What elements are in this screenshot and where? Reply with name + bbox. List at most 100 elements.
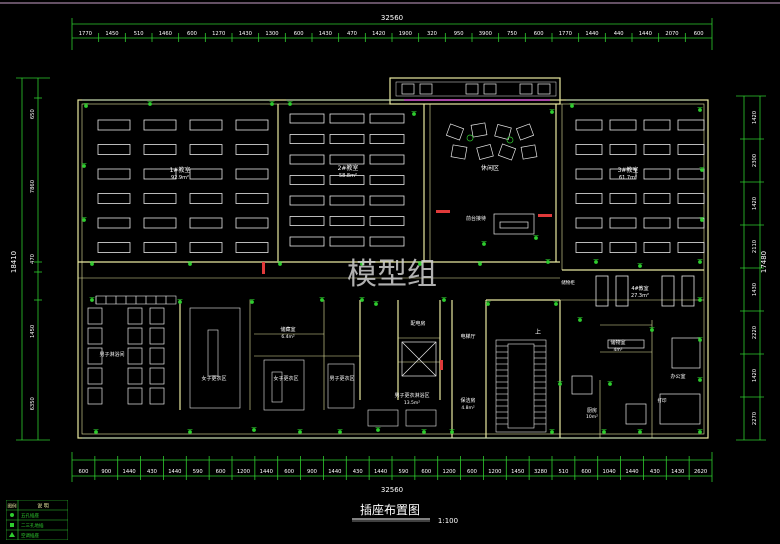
dimension-label: 1450 [511,469,524,475]
dimension-label: 2300 [752,154,758,167]
label-locker: 储物柜 [561,279,575,286]
dimension-label: 900 [101,469,111,475]
dimension-label: 590 [193,469,203,475]
label-changing2: 女子更衣区 [273,375,298,382]
dimension-label: 440 [614,31,624,37]
outlet-icon [442,298,446,302]
dimension-label: 1770 [79,31,92,37]
outlet-icon [10,513,14,517]
outlet-icon [422,430,426,434]
outlet-icon [412,112,416,116]
outlet-icon [558,382,562,386]
dimension-label: 3900 [479,31,492,37]
outlet-icon [376,428,380,432]
label-storage-area: 6.4m² [281,334,295,340]
dimension-label: 600 [294,31,304,37]
dimension-label: 470 [347,31,357,37]
outlet-icon [188,430,192,434]
dimension-label: 1440 [328,469,341,475]
label-shower-area: 男子更衣淋浴区 [394,392,429,399]
dimension-label: 1770 [559,31,572,37]
outlet-icon [554,302,558,306]
top-total-dimension: 32560 [381,14,403,22]
outlet-icon [94,430,98,434]
bottom-total-dimension: 32560 [381,486,403,494]
dimension-label: 470 [30,254,36,264]
outlet-icon [252,428,256,432]
floor-outlet-icon [10,523,14,527]
watermark-text: 模型组 [347,257,437,292]
outlet-icon [698,260,702,264]
outlet-icon [698,338,702,342]
outlet-icon [638,264,642,268]
dimension-label: 1440 [260,469,273,475]
legend-item-3: 空调插座 [21,532,39,539]
dimension-label: 900 [307,469,317,475]
label-office: 办公室 [670,373,685,380]
dimension-label: 1900 [399,31,412,37]
outlet-icon [478,262,482,266]
outlet-icon [594,260,598,264]
dimension-label: 600 [421,469,431,475]
outlet-icon [278,262,282,266]
dimension-label: 1270 [212,31,225,37]
label-janitor-area: 4.8m² [461,405,475,411]
label-storage2-area: 4m² [613,347,622,353]
outlet-icon [450,430,454,434]
dimension-label: 600 [187,31,197,37]
dimension-label: 3280 [534,469,547,475]
dimension-label: 1420 [752,197,758,210]
dimension-label: 600 [534,31,544,37]
label-storage: 储藏室 [280,326,295,333]
legend-table: 图例 说 明 五孔插座 二三孔地插 空调插座 [6,500,68,540]
outlet-icon [178,300,182,304]
dimension-label: 590 [398,469,408,475]
dimension-label: 950 [454,31,464,37]
dimension-label: 600 [694,31,704,37]
dimension-label: 510 [134,31,144,37]
dimension-label: 430 [353,469,363,475]
dimension-label: 1420 [752,369,758,382]
outlet-icon [602,430,606,434]
outlet-icon [534,236,538,240]
outlet-icon [486,302,490,306]
dimension-label: 1430 [671,469,684,475]
dimension-label: 6350 [30,397,36,410]
label-training2-area: 58.8m² [339,173,357,179]
label-female-changing: 女子更衣区 [201,375,226,382]
label-print: 打印 [658,397,667,404]
outlet-icon [374,302,378,306]
outlet-icon [90,262,94,266]
label-kitchen-area: 10m² [586,414,598,420]
dimension-label: 600 [467,469,477,475]
dimension-label: 1200 [237,469,250,475]
outlet-icon [298,430,302,434]
dimension-label: 2620 [694,469,707,475]
outlet-icon [638,430,642,434]
dimension-label: 1440 [625,469,638,475]
dimension-label: 1200 [443,469,456,475]
outlet-icon [700,218,704,222]
label-changing3: 男子更衣区 [329,375,354,382]
dimension-label: 430 [147,469,157,475]
outlet-icon [698,430,702,434]
outlet-icon [360,298,364,302]
label-kitchen: 厨房 [587,407,597,414]
legend-item-1: 五孔插座 [21,512,39,519]
outlet-icon [578,318,582,322]
dimension-label: 510 [558,469,568,475]
outlet-icon [82,164,86,168]
dimension-label: 600 [78,469,88,475]
label-stair-up: 上 [535,328,541,336]
label-male-restroom: 男子淋浴间 [99,351,124,358]
dimension-label: 650 [30,109,36,119]
label-classroom4-area: 27.3m² [631,293,649,299]
outlet-icon [550,430,554,434]
dimension-label: 2270 [752,412,758,425]
outlet-icon [550,110,554,114]
dimension-label: 2220 [752,326,758,339]
label-janitor: 保洁房 [460,397,475,404]
legend-header-symbol: 图例 [8,503,17,510]
dimension-label: 320 [427,31,437,37]
outlet-icon [250,300,254,304]
